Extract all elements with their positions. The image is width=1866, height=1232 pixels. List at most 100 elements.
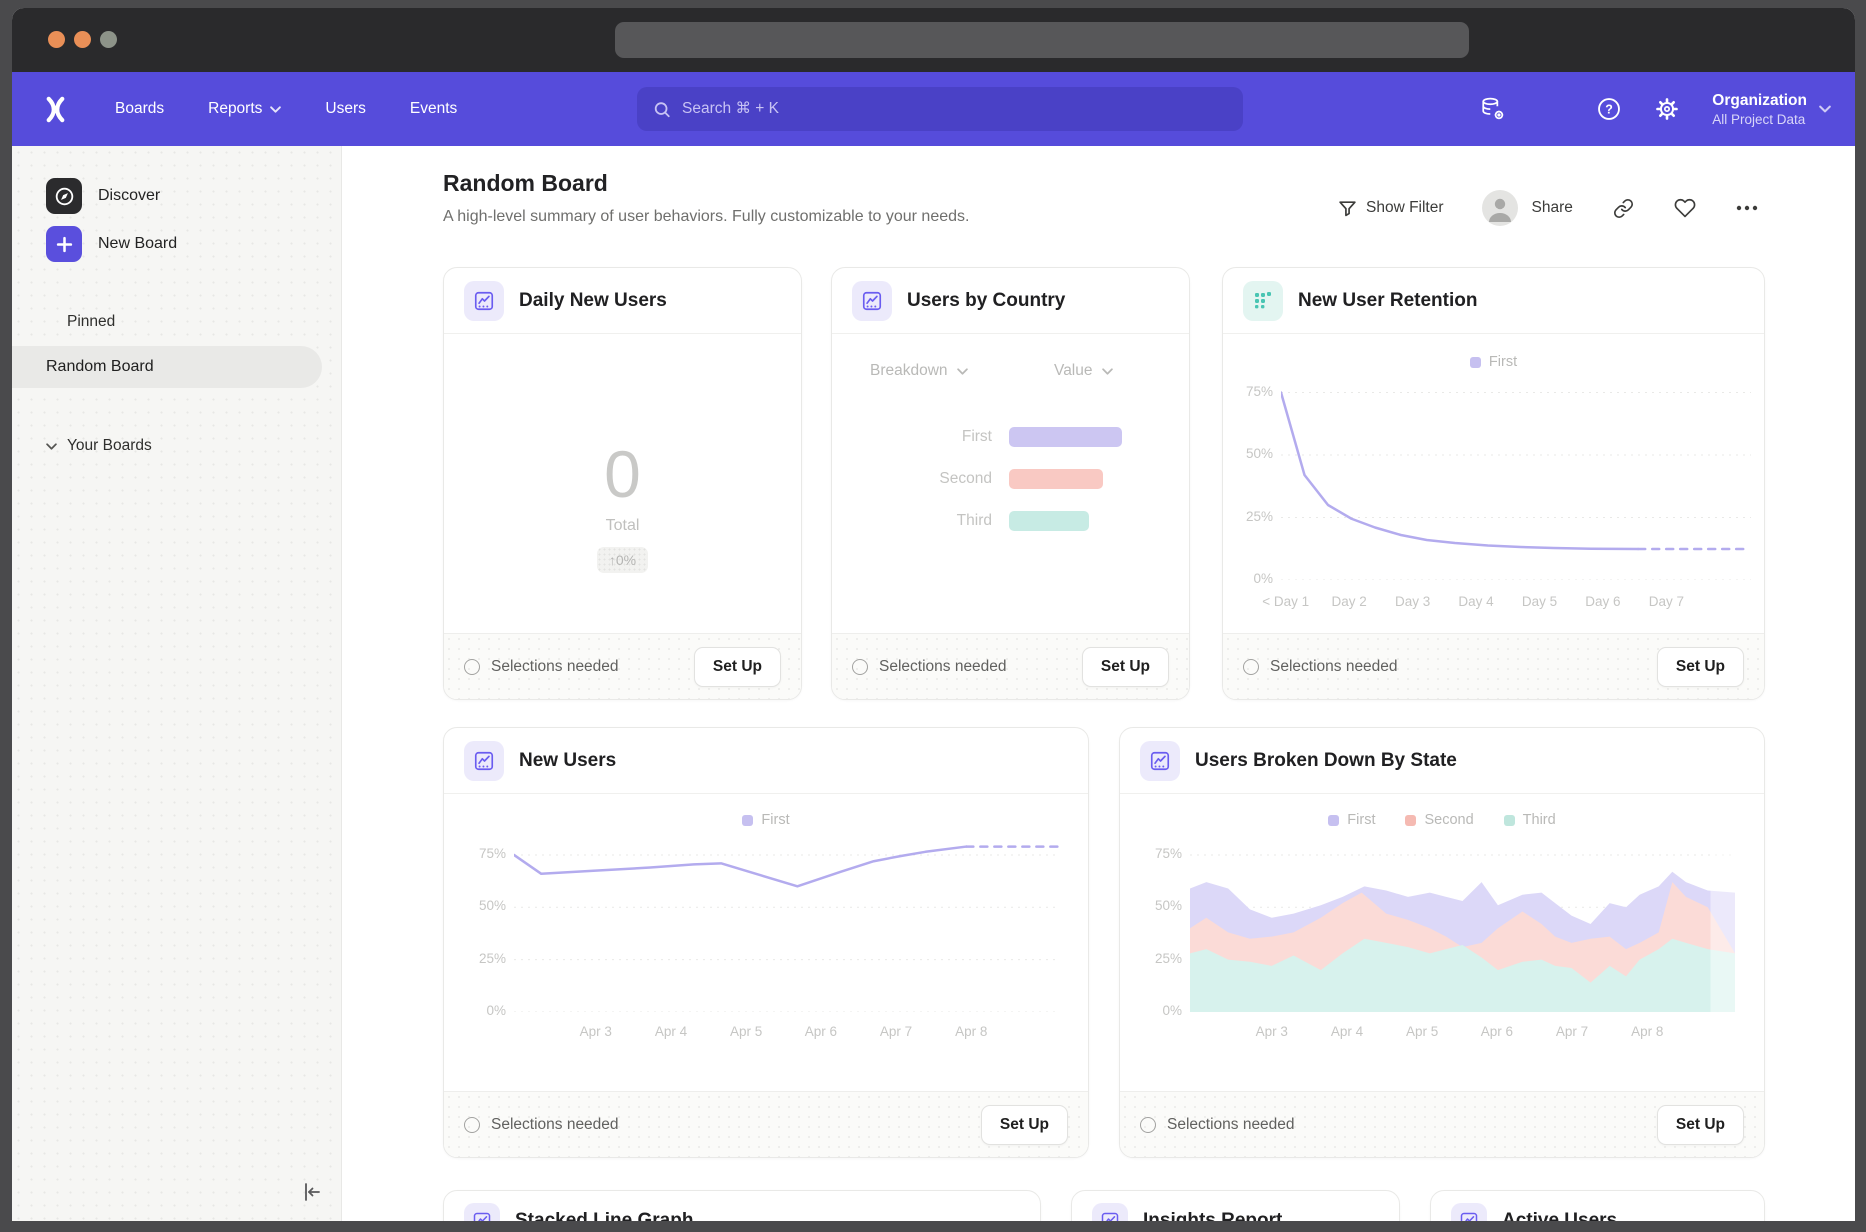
y-tick-label: 50% [479,898,506,913]
browser-address-bar[interactable] [615,22,1469,58]
sidebar-item-random-board[interactable]: Random Board [12,346,322,388]
kpi-label: Total [606,517,640,535]
country-row: First [832,416,1189,458]
card-title: Insights Report [1143,1210,1282,1221]
card-new-user-retention: New User Retention First 75%50%25%0% < D… [1222,267,1765,700]
search-input[interactable] [682,100,1227,118]
set-up-button[interactable]: Set Up [981,1105,1068,1145]
help-icon[interactable]: ? [1596,96,1622,122]
share-button[interactable]: Share [1532,199,1573,217]
legend-swatch [1405,815,1416,826]
org-switcher[interactable]: Organization All Project Data [1712,91,1831,128]
nav-item-label: Users [325,100,365,118]
chevron-down-icon [46,319,57,326]
chevron-down-icon [270,106,281,113]
org-name: Organization [1712,91,1807,111]
legend-item[interactable]: Third [1504,812,1556,828]
nav-item-label: Boards [115,100,164,118]
navbar-utilities: ? Organization All Project Data [1480,72,1831,146]
x-tick-label: Apr 4 [1331,1024,1363,1039]
nav-item-reports[interactable]: Reports [208,100,281,118]
chevron-down-icon [1819,105,1831,113]
x-tick-label: < Day 1 [1262,594,1309,609]
x-tick-label: Day 6 [1585,594,1620,609]
x-tick-label: Apr 5 [730,1024,762,1039]
favorite-heart-icon[interactable] [1674,197,1696,219]
x-tick-label: Apr 3 [1256,1024,1288,1039]
nav-item-label: Events [410,100,457,118]
stacked-area-chart [1190,834,1735,1012]
copy-link-icon[interactable] [1613,198,1634,219]
sidebar-item-label: Discover [98,187,160,205]
set-up-button[interactable]: Set Up [1082,647,1169,687]
x-tick-label: Apr 5 [1406,1024,1438,1039]
settings-gear-icon[interactable] [1654,96,1680,122]
country-row-bar [1009,511,1089,531]
retention-grid-icon [1243,281,1283,321]
data-management-icon[interactable] [1480,96,1506,122]
retention-line-chart [1281,380,1751,580]
window-close-button[interactable] [48,31,65,48]
nav-item-events[interactable]: Events [410,100,457,118]
radio-circle-icon [464,1117,480,1133]
new-users-line-chart [514,834,1059,1012]
window-minimize-button[interactable] [74,31,91,48]
x-tick-label: Apr 3 [580,1024,612,1039]
card-new-users: New Users First 75%50%25%0% Apr 3Apr 4Ap… [443,727,1089,1158]
set-up-button[interactable]: Set Up [1657,1105,1744,1145]
y-axis-labels: 75%50%25%0% [452,834,506,1012]
line-chart-icon [1140,741,1180,781]
country-row-bar [1009,427,1122,447]
set-up-button[interactable]: Set Up [1657,647,1744,687]
y-tick-label: 75% [1155,846,1182,861]
breakdown-dropdown[interactable]: Breakdown [870,362,968,380]
value-dropdown[interactable]: Value [1054,362,1113,380]
kpi-value: 0 [604,439,641,509]
x-tick-label: Apr 6 [805,1024,837,1039]
legend-label: First [1347,812,1375,828]
radio-circle-icon [852,659,868,675]
sidebar-item-discover[interactable]: Discover [12,172,341,220]
legend-item[interactable]: Second [1405,812,1473,828]
top-navbar: Boards Reports Users Events ? [12,72,1855,146]
status-text: Selections needed [879,658,1007,676]
set-up-button[interactable]: Set Up [694,647,781,687]
legend-swatch [1328,815,1339,826]
sidebar-collapse-icon[interactable] [298,1179,324,1205]
country-bar-list: FirstSecondThird [832,416,1189,542]
apps-grid-icon[interactable] [1538,96,1564,122]
nav-item-boards[interactable]: Boards [115,100,164,118]
card-title: New Users [519,750,616,772]
nav-item-users[interactable]: Users [325,100,365,118]
legend-item[interactable]: First [1470,354,1517,370]
sidebar-item-label: New Board [98,235,177,253]
mixpanel-logo-icon[interactable] [42,96,69,123]
y-axis-labels: 75%50%25%0% [1128,834,1182,1012]
chevron-down-icon [957,368,968,375]
x-tick-label: Day 4 [1458,594,1493,609]
sidebar-section-your-boards[interactable]: Your Boards [12,434,341,458]
sidebar-item-new-board[interactable]: New Board [12,220,341,268]
card-insights-report: Insights Report [1071,1190,1400,1221]
line-chart-icon [464,1203,500,1221]
card-title: Users by Country [907,290,1065,312]
show-filter-button[interactable]: Show Filter [1338,199,1444,218]
more-options-icon[interactable] [1736,205,1758,211]
x-axis-labels: Apr 3Apr 4Apr 5Apr 6Apr 7Apr 8 [1190,1024,1735,1044]
x-tick-label: Day 5 [1522,594,1557,609]
nav-item-label: Reports [208,100,262,118]
avatar[interactable] [1482,190,1518,226]
sidebar-item-label: Random Board [46,358,154,376]
global-search[interactable] [637,87,1243,131]
sidebar-section-pinned[interactable]: Pinned [12,310,341,334]
card-title: New User Retention [1298,290,1477,312]
card-stacked-line-graph: Stacked Line Graph [443,1190,1041,1221]
country-row: Second [832,458,1189,500]
primary-nav: Boards Reports Users Events [115,100,457,118]
legend-item[interactable]: First [742,812,789,828]
board-actions: Show Filter Share [1338,190,1758,226]
legend-item[interactable]: First [1328,812,1375,828]
legend-swatch [742,815,753,826]
window-zoom-button[interactable] [100,31,117,48]
section-label: Pinned [67,313,115,331]
